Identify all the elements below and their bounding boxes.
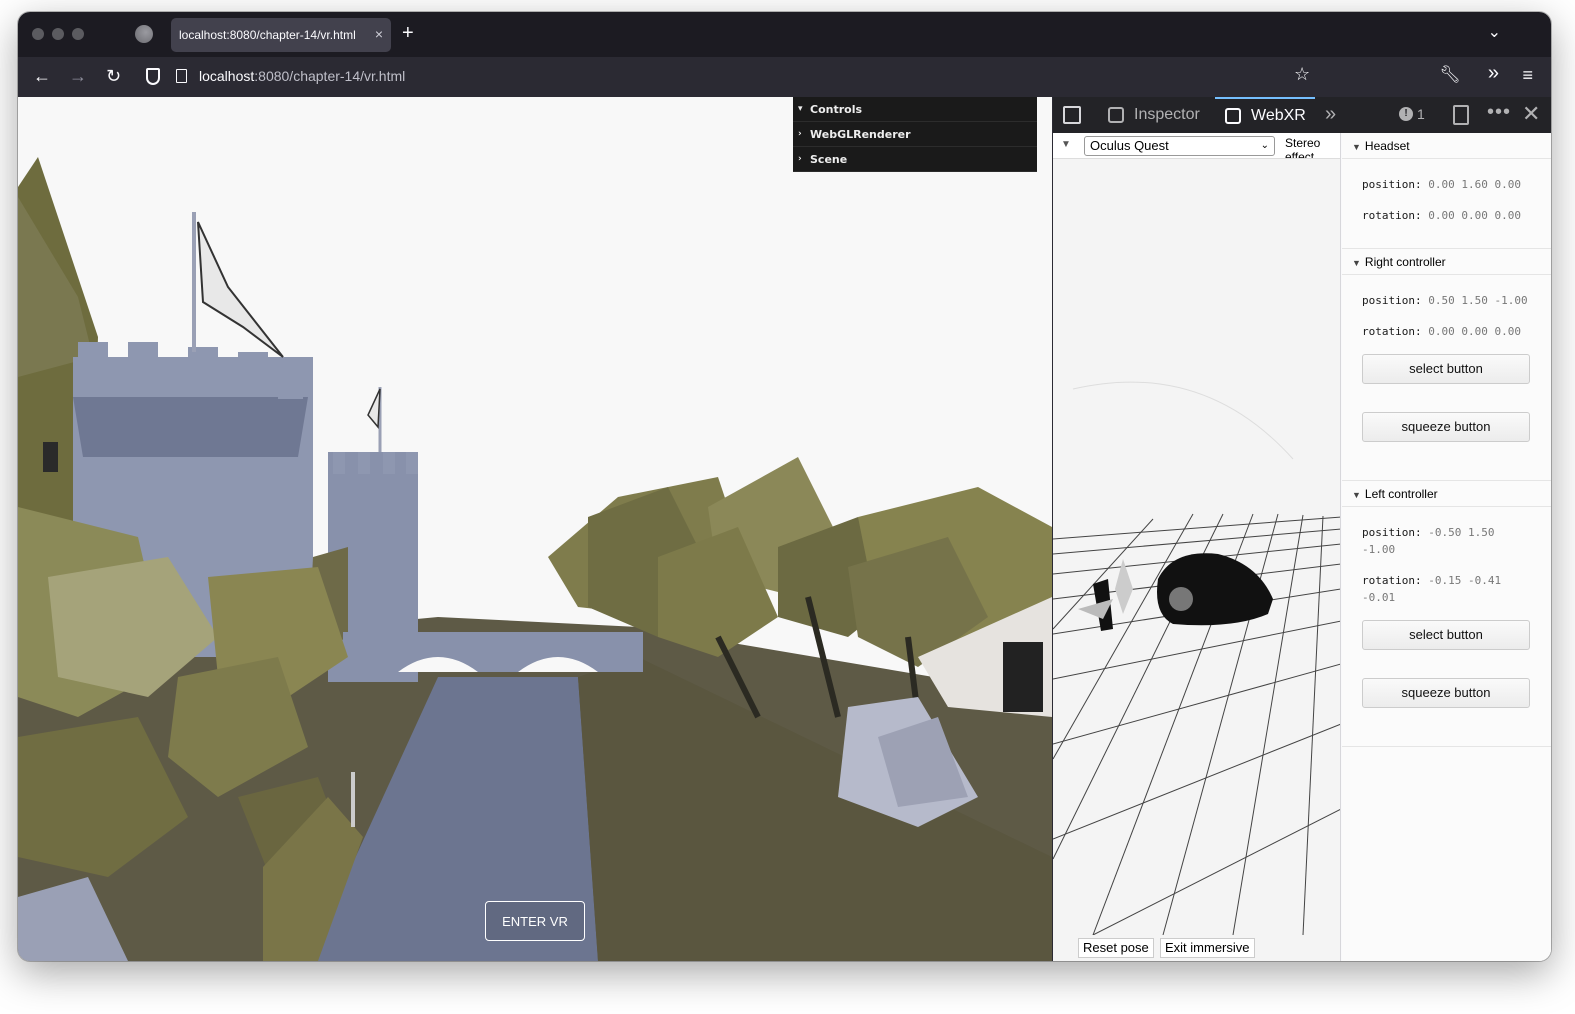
element-picker-icon[interactable]: [1063, 106, 1081, 124]
page-info-icon[interactable]: [176, 69, 187, 83]
prop-value: 0.00 0.00 0.00: [1428, 325, 1521, 338]
navigation-bar: ← → ↻ localhost:8080/chapter-14/vr.html …: [18, 57, 1551, 97]
tab-webxr[interactable]: WebXR: [1215, 97, 1315, 133]
browser-window: localhost:8080/chapter-14/vr.html × + ⌄ …: [18, 12, 1551, 961]
prop-key: rotation:: [1362, 325, 1422, 338]
tab-close-icon[interactable]: ×: [375, 26, 383, 42]
tab-label: Inspector: [1134, 106, 1200, 123]
tab-inspector[interactable]: Inspector: [1108, 97, 1200, 133]
gui-folder-label: Controls: [810, 102, 863, 116]
gui-folder-webglrenderer[interactable]: › WebGLRenderer: [793, 122, 1037, 147]
wrench-icon[interactable]: 🔧︎: [1439, 65, 1461, 85]
devtools-toolbar: Inspector WebXR » ! 1 ••• ✕: [1053, 97, 1551, 133]
section-header-left-controller[interactable]: ▼ Left controller: [1342, 481, 1551, 507]
more-options-icon[interactable]: •••: [1487, 101, 1511, 124]
new-tab-button[interactable]: +: [402, 22, 414, 44]
webxr-preview-pane: ▼ Oculus Quest ⌄ Stereo effect Reset pos…: [1053, 133, 1341, 961]
close-icon[interactable]: ✕: [1522, 101, 1540, 127]
section-title: Right controller: [1364, 255, 1446, 269]
shield-icon[interactable]: [146, 68, 160, 85]
prop-key: position:: [1362, 526, 1422, 539]
collapse-triangle-icon: ▼: [1352, 490, 1361, 500]
chevron-down-icon: ⌄: [1260, 140, 1269, 151]
url-host: localhost: [199, 68, 255, 84]
url-path: :8080/chapter-14/vr.html: [254, 68, 406, 84]
close-window-button[interactable]: [32, 28, 44, 40]
enter-vr-button[interactable]: ENTER VR: [485, 901, 585, 941]
right-controller-rotation: rotation: 0.00 0.00 0.00: [1362, 323, 1532, 340]
gui-folder-label: WebGLRenderer: [810, 127, 911, 141]
prop-key: rotation:: [1362, 574, 1422, 587]
warning-badge[interactable]: ! 1: [1399, 106, 1425, 122]
left-squeeze-button[interactable]: squeeze button: [1362, 678, 1530, 708]
zoom-window-button[interactable]: [72, 28, 84, 40]
overflow-chevron-icon[interactable]: »: [1488, 62, 1499, 85]
left-select-button[interactable]: select button: [1362, 620, 1530, 650]
webxr-footer: Reset pose Exit immersive: [1053, 935, 1340, 961]
gui-folder-controls[interactable]: ▾ Controls: [793, 97, 1037, 122]
right-select-button[interactable]: select button: [1362, 354, 1530, 384]
devtools-panel: Inspector WebXR » ! 1 ••• ✕ ▼ Oculus Que…: [1052, 97, 1551, 961]
section-header-right-controller[interactable]: ▼ Right controller: [1342, 249, 1551, 275]
headset-rotation: rotation: 0.00 0.00 0.00: [1362, 207, 1532, 224]
section-body-left-controller: position: -0.50 1.50 -1.00 rotation: -0.…: [1342, 507, 1551, 747]
stereo-effect-toggle[interactable]: Stereo effect: [1285, 136, 1337, 158]
device-select-value: Oculus Quest: [1090, 138, 1169, 153]
minimize-window-button[interactable]: [52, 28, 64, 40]
section-header-headset[interactable]: ▼ Headset: [1342, 133, 1551, 159]
reload-icon[interactable]: ↻: [106, 65, 121, 87]
left-controller-rotation: rotation: -0.15 -0.41 -0.01: [1362, 572, 1532, 606]
collapse-triangle-icon: ▼: [1352, 258, 1361, 268]
chevron-right-icon: ›: [798, 129, 802, 139]
exit-immersive-button[interactable]: Exit immersive: [1160, 938, 1255, 958]
prop-value: 0.00 1.60 0.00: [1428, 178, 1521, 191]
right-squeeze-button[interactable]: squeeze button: [1362, 412, 1530, 442]
section-title: Left controller: [1364, 487, 1438, 501]
forward-arrow-icon[interactable]: →: [69, 65, 87, 87]
chevron-down-icon: ▾: [798, 104, 803, 114]
back-arrow-icon[interactable]: ←: [33, 65, 51, 87]
section-title: Headset: [1364, 139, 1410, 153]
firefox-view-icon[interactable]: [135, 25, 153, 43]
device-select[interactable]: Oculus Quest ⌄: [1084, 136, 1275, 156]
section-body-headset: position: 0.00 1.60 0.00 rotation: 0.00 …: [1342, 159, 1551, 249]
tab-label: WebXR: [1251, 107, 1306, 124]
inspector-icon: [1108, 107, 1124, 123]
webxr-icon: [1225, 108, 1241, 124]
tab-strip: localhost:8080/chapter-14/vr.html × + ⌄: [18, 12, 1551, 57]
url-bar[interactable]: localhost:8080/chapter-14/vr.html: [199, 68, 405, 84]
warning-count: 1: [1417, 106, 1425, 122]
section-body-right-controller: position: 0.50 1.50 -1.00 rotation: 0.00…: [1342, 275, 1551, 481]
chevron-right-icon: ›: [798, 154, 802, 164]
gui-folder-label: Scene: [810, 152, 848, 166]
webxr-properties-pane: ▼ Headset position: 0.00 1.60 0.00 rotati…: [1342, 133, 1551, 961]
chevron-down-icon[interactable]: ⌄: [1488, 22, 1501, 42]
3d-scene-canvas[interactable]: [18, 97, 1052, 961]
collapse-triangle-icon[interactable]: ▼: [1061, 139, 1071, 150]
webxr-3d-preview[interactable]: [1053, 159, 1341, 935]
dat-gui-panel: ▾ Controls › WebGLRenderer › Scene: [793, 97, 1037, 172]
reset-pose-button[interactable]: Reset pose: [1078, 938, 1154, 958]
tab-title: localhost:8080/chapter-14/vr.html: [179, 28, 356, 42]
menu-icon[interactable]: ≡: [1522, 65, 1533, 86]
bookmark-star-icon[interactable]: ☆: [1294, 64, 1310, 85]
warning-icon: !: [1399, 107, 1413, 121]
more-tabs-icon[interactable]: »: [1325, 103, 1336, 126]
prop-value: 0.00 0.00 0.00: [1428, 209, 1521, 222]
prop-value: 0.50 1.50 -1.00: [1428, 294, 1528, 307]
gui-folder-scene[interactable]: › Scene: [793, 147, 1037, 172]
responsive-design-icon[interactable]: [1453, 105, 1469, 125]
prop-key: position:: [1362, 294, 1422, 307]
webxr-device-bar: ▼ Oculus Quest ⌄ Stereo effect: [1053, 133, 1340, 159]
browser-tab[interactable]: localhost:8080/chapter-14/vr.html ×: [171, 18, 391, 52]
page-viewport: ▾ Controls › WebGLRenderer › Scene ENTER…: [18, 97, 1052, 961]
left-controller-position: position: -0.50 1.50 -1.00: [1362, 524, 1532, 558]
headset-position: position: 0.00 1.60 0.00: [1362, 176, 1532, 193]
collapse-triangle-icon: ▼: [1352, 142, 1361, 152]
prop-key: position:: [1362, 178, 1422, 191]
right-controller-position: position: 0.50 1.50 -1.00: [1362, 292, 1532, 309]
prop-key: rotation:: [1362, 209, 1422, 222]
